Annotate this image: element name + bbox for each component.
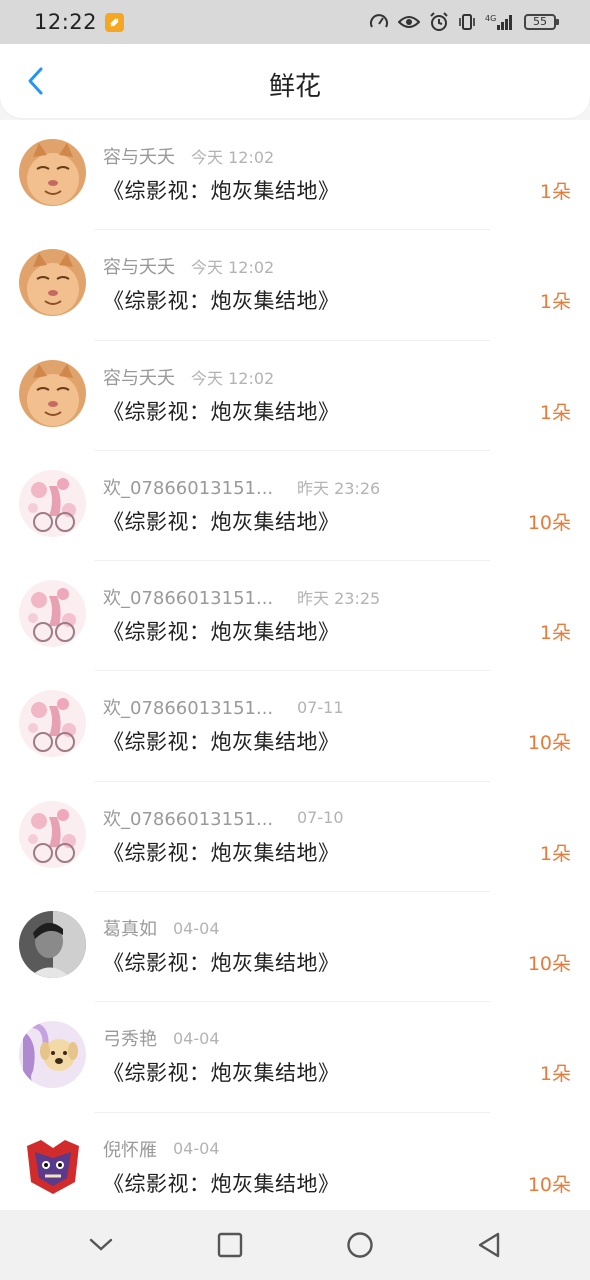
purple-dog-avatar[interactable]: [19, 1021, 86, 1089]
list-item[interactable]: 欢_07866013151... 07-11 《综影视：炮灰集结地》 10朵: [0, 671, 590, 782]
chevron-down-icon: [89, 1238, 112, 1251]
flower-count: 10朵: [527, 511, 571, 534]
header: 鲜花: [0, 44, 590, 118]
send-time: 今天 12:02: [191, 148, 275, 167]
row-header: 容与夭夭 今天 12:02: [103, 254, 274, 278]
send-time: 今天 12:02: [191, 258, 275, 278]
flower-count: 1朵: [539, 622, 571, 645]
flower-count: 1朵: [539, 291, 571, 314]
send-time: 04-04: [173, 918, 220, 938]
flower-count: 10朵: [527, 953, 571, 976]
flower-count: 1朵: [539, 401, 571, 424]
row-header: 容与夭夭 今天 12:02: [103, 144, 274, 168]
sender-name[interactable]: 欢_07866013151...: [103, 805, 281, 831]
speedometer-icon: [369, 13, 389, 31]
book-title[interactable]: 《综影视：炮灰集结地》: [103, 396, 340, 426]
row-header: 葛真如 04-04: [103, 915, 220, 941]
app-notification-icon: [105, 12, 125, 32]
svg-text:4G: 4G: [485, 14, 496, 23]
status-right: 4G 55: [369, 12, 559, 32]
sender-name[interactable]: 欢_07866013151...: [103, 474, 281, 500]
send-time: 07-10: [297, 808, 344, 828]
square-icon: [218, 1232, 243, 1258]
list-item[interactable]: 葛真如 04-04 《综影视：炮灰集结地》 10朵: [0, 892, 590, 1003]
row-header: 欢_07866013151... 昨天 23:25: [103, 585, 380, 609]
orange-cat-avatar[interactable]: [19, 139, 86, 206]
list-item[interactable]: 弓秀艳 04-04 《综影视：炮灰集结地》 1朵: [0, 1002, 590, 1113]
list-item[interactable]: 欢_07866013151... 昨天 23:26 《综影视：炮灰集结地》 10…: [0, 451, 590, 562]
row-header: 弓秀艳 04-04: [103, 1025, 220, 1051]
status-time: 12:22: [34, 10, 98, 34]
send-time: 07-11: [297, 697, 344, 717]
flower-count: 1朵: [539, 842, 571, 865]
eye-icon: [398, 14, 420, 30]
pink-floral-avatar[interactable]: [19, 469, 86, 537]
alarm-icon: [429, 12, 449, 32]
pink-floral-avatar[interactable]: [19, 800, 86, 868]
book-title[interactable]: 《综影视：炮灰集结地》: [103, 837, 340, 867]
list-item[interactable]: 欢_07866013151... 昨天 23:25 《综影视：炮灰集结地》 1朵: [0, 561, 590, 672]
row-header: 容与夭夭 今天 12:02: [103, 365, 274, 389]
red-mask-avatar[interactable]: [19, 1131, 86, 1199]
orange-cat-avatar[interactable]: [19, 359, 86, 427]
list-item[interactable]: 倪怀雁 04-04 《综影视：炮灰集结地》 10朵: [0, 1113, 590, 1223]
send-time: 昨天 23:25: [297, 589, 381, 609]
flower-count: 10朵: [527, 732, 571, 755]
send-time: 04-04: [173, 1139, 220, 1159]
book-title[interactable]: 《综影视：炮灰集结地》: [103, 175, 340, 205]
sender-name[interactable]: 欢_07866013151...: [103, 694, 281, 720]
status-bar: 12:22 4G 55: [0, 0, 590, 44]
home-button[interactable]: [340, 1225, 380, 1265]
system-back-button[interactable]: [469, 1225, 509, 1265]
sender-name[interactable]: 欢_07866013151...: [103, 584, 281, 610]
book-title[interactable]: 《综影视：炮灰集结地》: [103, 726, 340, 756]
signal-icon: 4G: [485, 13, 515, 31]
send-time: 今天 12:02: [191, 368, 275, 388]
hide-keyboard-button[interactable]: [81, 1225, 121, 1265]
circle-icon: [347, 1232, 373, 1258]
flower-count: 1朵: [539, 1063, 571, 1086]
status-left: 12:22: [34, 10, 125, 34]
book-title[interactable]: 《综影视：炮灰集结地》: [103, 1057, 340, 1087]
pink-floral-avatar[interactable]: [19, 580, 86, 648]
orange-cat-avatar[interactable]: [19, 249, 86, 317]
list-item[interactable]: 容与夭夭 今天 12:02 《综影视：炮灰集结地》 1朵: [0, 341, 590, 451]
grayscale-person-avatar[interactable]: [19, 911, 86, 979]
list-item[interactable]: 欢_07866013151... 07-10 《综影视：炮灰集结地》 1朵: [0, 782, 590, 893]
system-navigation-bar: [0, 1210, 590, 1280]
page-title: 鲜花: [268, 72, 321, 102]
send-time: 04-04: [173, 1028, 220, 1048]
battery-indicator: 55: [524, 14, 559, 30]
sender-name[interactable]: 葛真如: [103, 915, 157, 941]
send-time: 昨天 23:26: [297, 478, 381, 498]
pink-floral-avatar[interactable]: [19, 690, 86, 758]
sender-name[interactable]: 容与夭夭: [103, 364, 175, 390]
triangle-back-icon: [479, 1232, 500, 1258]
row-header: 欢_07866013151... 昨天 23:26: [103, 475, 380, 499]
list-item[interactable]: 容与夭夭 今天 12:02 《综影视：炮灰集结地》 1朵: [0, 230, 590, 341]
recents-button[interactable]: [210, 1225, 250, 1265]
row-header: 欢_07866013151... 07-11: [103, 694, 344, 720]
list-item[interactable]: 容与夭夭 今天 12:02 《综影视：炮灰集结地》 1朵: [0, 120, 590, 231]
row-header: 欢_07866013151... 07-10: [103, 806, 344, 830]
sender-name[interactable]: 倪怀雁: [103, 1136, 157, 1162]
flower-count: 10朵: [527, 1173, 571, 1196]
sender-name[interactable]: 容与夭夭: [103, 253, 175, 279]
vibrate-icon: [458, 13, 476, 31]
flower-count: 1朵: [539, 181, 571, 203]
book-title[interactable]: 《综影视：炮灰集结地》: [103, 947, 340, 977]
row-header: 倪怀雁 04-04: [103, 1137, 220, 1161]
book-title[interactable]: 《综影视：炮灰集结地》: [103, 285, 340, 315]
sender-name[interactable]: 弓秀艳: [103, 1025, 157, 1051]
book-title[interactable]: 《综影视：炮灰集结地》: [103, 1168, 340, 1198]
sender-name[interactable]: 容与夭夭: [103, 143, 175, 169]
book-title[interactable]: 《综影视：炮灰集结地》: [103, 616, 340, 646]
book-title[interactable]: 《综影视：炮灰集结地》: [103, 506, 340, 536]
flower-record-list: 容与夭夭 今天 12:02 《综影视：炮灰集结地》 1朵 容与夭夭 今天 12:…: [0, 120, 590, 1223]
